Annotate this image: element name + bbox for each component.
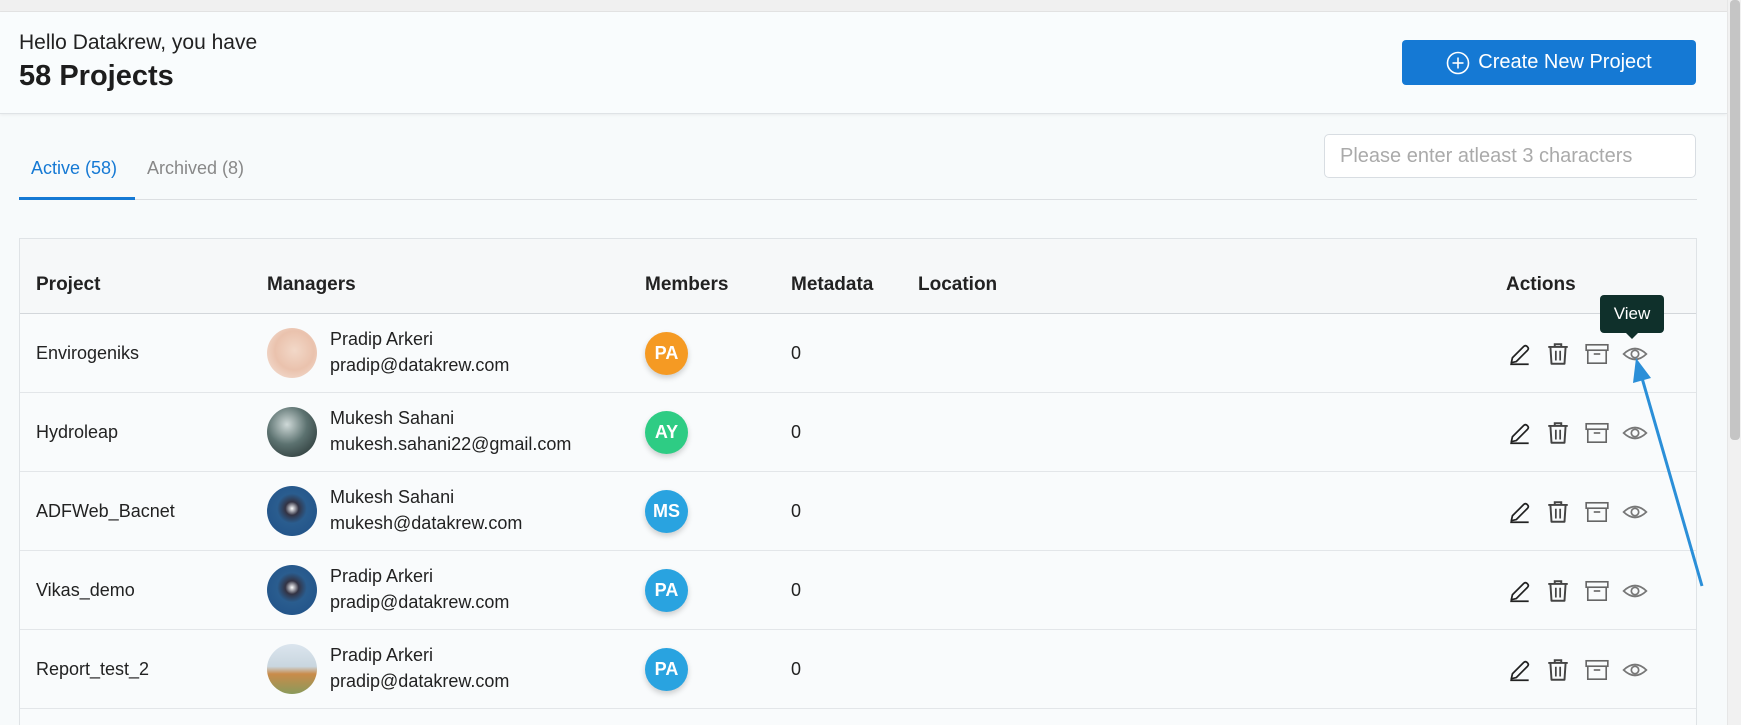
archive-icon[interactable] xyxy=(1584,499,1610,525)
project-name: Vikas_demo xyxy=(36,580,135,600)
project-name: ADFWeb_Bacnet xyxy=(36,501,175,521)
member-badge[interactable]: PA xyxy=(645,332,688,375)
edit-icon[interactable] xyxy=(1507,341,1533,367)
manager-avatar xyxy=(267,565,317,615)
metadata-count: 0 xyxy=(791,422,802,442)
header-location: Location xyxy=(918,274,998,295)
table-row: ADFWeb_Bacnet Mukesh Sahani mukesh@datakre… xyxy=(20,472,1696,551)
manager-email: pradip@datakrew.com xyxy=(330,671,510,691)
manager-avatar xyxy=(267,407,317,457)
trash-icon[interactable] xyxy=(1545,578,1571,604)
metadata-count: 0 xyxy=(791,580,802,600)
page-header: Hello Datakrew, you have 58 Projects Cre… xyxy=(0,12,1727,114)
header-members: Members xyxy=(645,274,729,295)
search-input[interactable] xyxy=(1324,134,1696,178)
tab-active[interactable]: Active (58) xyxy=(31,158,117,179)
greeting-text: Hello Datakrew, you have xyxy=(19,31,258,54)
member-badge[interactable]: MS xyxy=(645,490,688,533)
archive-icon[interactable] xyxy=(1584,578,1610,604)
table-row: Hydroleap Mukesh Sahani mukesh.sahani22@gm… xyxy=(20,393,1696,472)
edit-icon[interactable] xyxy=(1507,420,1533,446)
project-name: Envirogeniks xyxy=(36,343,140,363)
table-header: Project Managers Members Metadata Locati… xyxy=(20,239,1696,314)
archive-icon[interactable] xyxy=(1584,657,1610,683)
manager-email: mukesh@datakrew.com xyxy=(330,513,523,533)
manager-name: Pradip Arkeri xyxy=(330,566,434,586)
manager-name: Pradip Arkeri xyxy=(330,645,434,665)
page-scrollbar[interactable] xyxy=(1727,0,1741,725)
manager-name: Mukesh Sahani xyxy=(330,408,455,428)
edit-icon[interactable] xyxy=(1507,657,1533,683)
top-strip xyxy=(0,0,1727,12)
create-project-label: Create New Project xyxy=(1478,51,1652,73)
view-icon[interactable] xyxy=(1622,341,1648,367)
projects-table: Project Managers Members Metadata Locati… xyxy=(19,238,1697,725)
manager-avatar xyxy=(267,644,317,694)
header-actions: Actions xyxy=(1506,274,1576,295)
table-row: Report_test_2 Pradip Arkeri pradip@datakre… xyxy=(20,630,1696,709)
trash-icon[interactable] xyxy=(1545,341,1571,367)
edit-icon[interactable] xyxy=(1507,499,1533,525)
metadata-count: 0 xyxy=(791,659,802,679)
view-icon[interactable] xyxy=(1622,499,1648,525)
view-icon[interactable] xyxy=(1622,420,1648,446)
table-row: Envirogeniks Pradip Arkeri pradip@datakrew… xyxy=(20,314,1696,393)
create-project-button[interactable]: Create New Project xyxy=(1402,40,1696,85)
table-row: Vikas_demo Pradip Arkeri pradip@datakrew.c… xyxy=(20,551,1696,630)
view-icon[interactable] xyxy=(1622,657,1648,683)
manager-email: pradip@datakrew.com xyxy=(330,592,510,612)
scrollbar-thumb[interactable] xyxy=(1730,0,1740,440)
member-badge[interactable]: PA xyxy=(645,569,688,612)
member-badge[interactable]: AY xyxy=(645,411,688,454)
project-count: 58 Projects xyxy=(19,60,174,92)
tab-archived[interactable]: Archived (8) xyxy=(147,158,244,179)
member-badge[interactable]: PA xyxy=(645,648,688,691)
view-tooltip: View xyxy=(1600,295,1664,339)
plus-circle-icon xyxy=(1446,51,1470,74)
manager-name: Pradip Arkeri xyxy=(330,329,434,349)
edit-icon[interactable] xyxy=(1507,578,1533,604)
trash-icon[interactable] xyxy=(1545,420,1571,446)
header-project: Project xyxy=(36,274,101,295)
manager-avatar xyxy=(267,486,317,536)
archive-icon[interactable] xyxy=(1584,341,1610,367)
header-managers: Managers xyxy=(267,274,356,295)
manager-name: Mukesh Sahani xyxy=(330,487,455,507)
trash-icon[interactable] xyxy=(1545,657,1571,683)
project-name: Hydroleap xyxy=(36,422,119,442)
active-tab-indicator xyxy=(19,197,135,200)
header-metadata: Metadata xyxy=(791,274,874,295)
metadata-count: 0 xyxy=(791,343,802,363)
project-name: Report_test_2 xyxy=(36,659,150,679)
manager-avatar xyxy=(267,328,317,378)
manager-email: pradip@datakrew.com xyxy=(330,355,510,375)
metadata-count: 0 xyxy=(791,501,802,521)
view-icon[interactable] xyxy=(1622,578,1648,604)
trash-icon[interactable] xyxy=(1545,499,1571,525)
archive-icon[interactable] xyxy=(1584,420,1610,446)
manager-email: mukesh.sahani22@gmail.com xyxy=(330,434,572,454)
